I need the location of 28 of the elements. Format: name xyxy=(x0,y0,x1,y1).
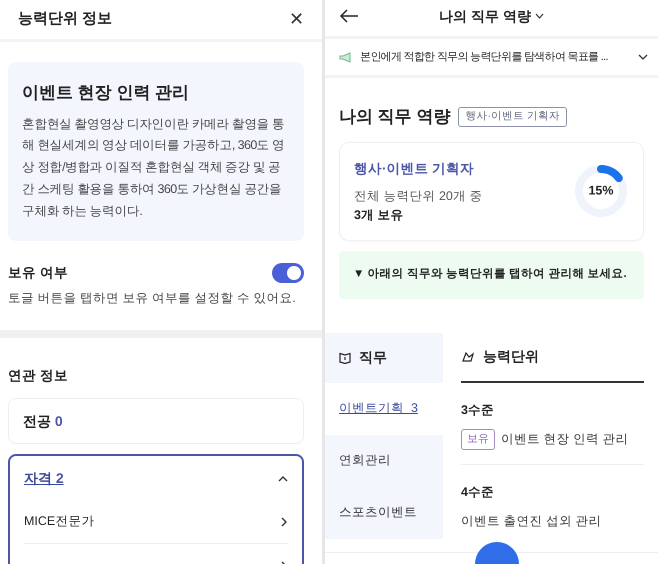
section-header[interactable]: 전공 0 xyxy=(23,410,63,432)
unit-description: 혼합현실 촬영영상 디자인이란 카메라 촬영을 통해 현실세계의 영상 데이터를 가공하고, 360도 영상 정합/병합과 이질적 혼합현실 객체 증강 및 공간 스케팅 활용을 통하여 360도 가상현실 공간을 구체화 하는 능력이다. xyxy=(22,116,286,220)
section-title: 나의 직무 역량 xyxy=(339,106,450,128)
unit-item[interactable]: 보유 이벤트 현장 인력 관리 xyxy=(461,429,628,450)
ownership-label: 보유 여부 xyxy=(8,264,68,282)
unit-item[interactable]: 이벤트 출연진 섭외 관리 xyxy=(461,512,602,530)
job-name: 행사·이벤트 기획자 xyxy=(354,160,476,178)
unit-title: 이벤트 현장 인력 관리 xyxy=(22,82,190,104)
notice-text: 본인에게 적합한 직무의 능력단위를 탐색하여 목표를 ... xyxy=(360,50,609,65)
section-header[interactable]: 자격 2 xyxy=(24,468,64,489)
section-title: 연관 정보 xyxy=(8,366,69,385)
owned-count: 3개 보유 xyxy=(354,206,404,224)
level-title: 3수준 xyxy=(461,402,495,418)
job-tag[interactable]: 행사·이벤트 기획자 xyxy=(458,106,567,127)
ownership-hint: 토글 버튼을 탭하면 보유 여부를 설정할 수 있어요. xyxy=(8,290,297,308)
close-button[interactable]: ✕ xyxy=(289,6,304,33)
panel-title: 능력단위 정보 xyxy=(18,9,112,30)
total-count: 전체 능력단위 20개 중 xyxy=(354,188,482,205)
hint-banner: ▼ 아래의 직무와 능력단위를 탭하여 관리해 보세요. xyxy=(339,251,644,298)
list-item[interactable]: MICE전문가 xyxy=(24,512,94,531)
page-title[interactable]: 나의 직무 역량 xyxy=(439,6,531,26)
column-header: 직무 xyxy=(359,348,387,367)
owned-badge: 보유 xyxy=(461,429,495,450)
level-title: 4수준 xyxy=(461,484,495,501)
column-header: 능력단위 xyxy=(483,347,539,366)
progress-reading: 15% xyxy=(588,183,614,200)
job-tab[interactable]: 스포츠이벤트 xyxy=(325,486,443,538)
job-tab[interactable]: 연회관리 xyxy=(325,434,443,486)
